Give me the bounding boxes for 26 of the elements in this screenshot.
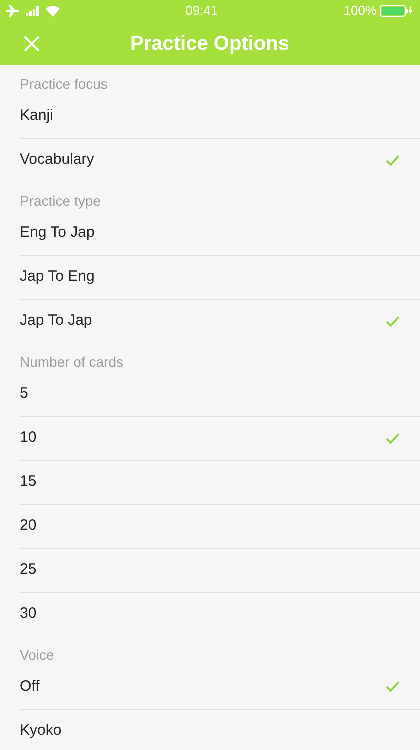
- option-label[interactable]: 5: [20, 382, 28, 406]
- section-header: Number of cards: [20, 353, 124, 372]
- battery-percentage: 100%: [344, 2, 377, 20]
- wifi-icon: [46, 6, 60, 16]
- option-label[interactable]: 15: [20, 471, 37, 494]
- screen-title: Practice Options: [130, 32, 290, 56]
- status-time: 09:41: [186, 2, 218, 20]
- section-header: Practice focus: [20, 75, 108, 94]
- option-label[interactable]: 20: [20, 515, 37, 538]
- option-label[interactable]: Off: [20, 676, 40, 698]
- signal-icon: [26, 6, 40, 16]
- option-label[interactable]: Jap To Jap: [20, 310, 92, 333]
- section-header: Practice type: [20, 192, 101, 211]
- option-label[interactable]: Vocabulary: [20, 149, 94, 172]
- battery-icon: [380, 5, 414, 17]
- close-button[interactable]: [22, 34, 42, 54]
- section-header: Voice: [20, 646, 54, 665]
- option-label[interactable]: Eng To Jap: [20, 222, 95, 244]
- airplane-icon: [6, 5, 20, 17]
- option-label[interactable]: 10: [20, 427, 37, 450]
- option-label[interactable]: Jap To Eng: [20, 266, 95, 289]
- option-label[interactable]: Kanji: [20, 104, 54, 128]
- option-label[interactable]: 30: [20, 603, 37, 626]
- option-label[interactable]: Kyoko: [20, 720, 62, 743]
- close-icon: [24, 36, 40, 52]
- option-label[interactable]: 25: [20, 559, 37, 582]
